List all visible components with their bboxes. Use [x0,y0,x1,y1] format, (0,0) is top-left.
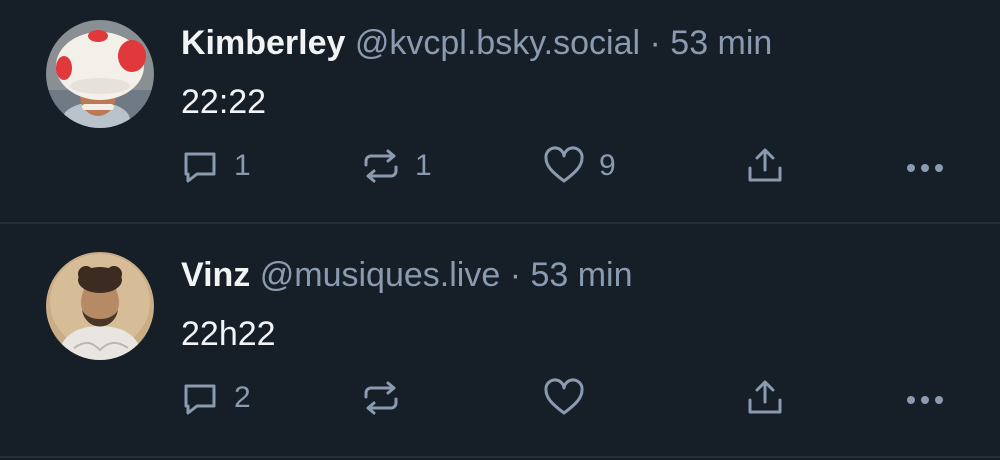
repost-button[interactable] [361,376,401,420]
like-button[interactable]: 9 [543,144,616,188]
separator: · [509,256,522,294]
divider [0,456,1000,458]
avatar[interactable] [46,252,154,360]
post-header: Kimberley @kvcpl.bsky.social · 53 min [181,21,772,65]
separator: · [649,24,661,62]
more-button[interactable] [904,376,946,420]
more-icon [907,396,943,404]
author-name[interactable]: Kimberley [181,24,345,62]
repost-icon [364,149,398,183]
author-handle[interactable]: @musiques.live [260,256,501,294]
avatar[interactable] [46,20,154,128]
reply-icon [184,152,216,183]
feed: Kimberley @kvcpl.bsky.social · 53 min 22… [0,0,1000,460]
share-button[interactable] [745,144,785,188]
share-button[interactable] [745,376,785,420]
post-time[interactable]: 53 min [530,256,632,294]
repost-icon [364,381,398,415]
post-actions: 2 [0,376,1000,420]
repost-count: 1 [415,149,432,182]
post[interactable]: Vinz @musiques.live · 53 min 22h22 2 [0,224,1000,446]
repost-button[interactable]: 1 [361,144,432,188]
share-icon [748,148,782,182]
post-header: Vinz @musiques.live · 53 min [181,253,633,297]
reply-button[interactable]: 2 [180,376,251,420]
post-text: 22:22 [181,83,267,121]
like-count: 9 [599,149,616,182]
post-time[interactable]: 53 min [670,24,772,62]
author-handle[interactable]: @kvcpl.bsky.social [355,24,640,62]
reply-count: 1 [234,149,251,182]
post-text: 22h22 [181,315,276,353]
post-actions: 1 1 9 [0,144,1000,188]
avatar-vintage-portrait-icon [46,252,154,360]
author-name[interactable]: Vinz [181,256,250,294]
reply-icon [184,384,216,415]
heart-icon [544,146,584,183]
like-button[interactable] [543,376,585,420]
reply-button[interactable]: 1 [180,144,251,188]
more-button[interactable] [904,144,946,188]
post[interactable]: Kimberley @kvcpl.bsky.social · 53 min 22… [0,0,1000,222]
heart-icon [544,378,584,415]
avatar-mushroom-hat-icon [46,20,154,128]
share-icon [748,380,782,414]
more-icon [907,164,943,172]
reply-count: 2 [234,381,251,414]
